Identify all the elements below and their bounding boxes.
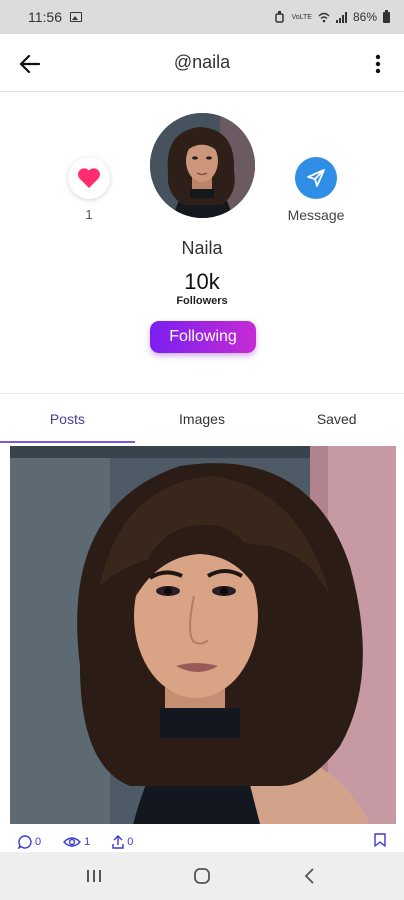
followers-label: Followers [176, 295, 228, 307]
comment-action[interactable]: 0 [18, 835, 41, 849]
post-actions-bar: 0 1 0 [0, 830, 404, 854]
tab-posts[interactable]: Posts [0, 394, 135, 443]
view-action[interactable]: 1 [63, 836, 90, 848]
like-group: 1 [68, 157, 110, 222]
like-count: 1 [85, 207, 93, 222]
share-count: 0 [127, 836, 134, 848]
avatar-portrait-image [150, 113, 255, 218]
page-title: @naila [173, 52, 231, 72]
status-bar: 11:56 VoLTE 86% [0, 0, 404, 34]
status-left: 11:56 [28, 9, 82, 25]
back-button[interactable] [14, 48, 46, 80]
comment-icon [18, 835, 32, 849]
status-time: 11:56 [28, 9, 62, 25]
message-label: Message [287, 207, 345, 223]
share-action[interactable]: 0 [112, 835, 133, 849]
profile-tabs: Posts Images Saved [0, 393, 404, 443]
profile-avatar[interactable] [150, 113, 255, 218]
system-back-button[interactable] [288, 856, 332, 896]
system-back-icon [304, 868, 314, 884]
bookmark-button[interactable] [374, 832, 386, 852]
alarm-icon [275, 11, 285, 23]
bookmark-icon [374, 832, 386, 847]
home-button[interactable] [180, 856, 224, 896]
recent-apps-button[interactable] [72, 856, 116, 896]
profile-name: Naila [181, 238, 223, 258]
tab-images[interactable]: Images [135, 394, 270, 443]
like-button[interactable] [68, 157, 110, 199]
followers-count: 10k [184, 269, 220, 294]
post-portrait-image [10, 446, 396, 824]
more-vert-icon [375, 54, 381, 74]
post-image[interactable] [10, 446, 396, 824]
network-type-label: VoLTE [291, 13, 312, 21]
back-arrow-icon [20, 55, 40, 73]
profile-section: 1 Message Naila 10k Followers Following [0, 93, 404, 393]
comment-count: 0 [35, 836, 42, 848]
wifi-icon [318, 12, 330, 22]
system-nav-bar [0, 852, 404, 900]
recent-apps-icon [87, 870, 101, 882]
status-right: VoLTE 86% [274, 9, 390, 24]
battery-percent: 86% [352, 10, 377, 24]
app-header: @naila [0, 34, 404, 92]
signal-icon [335, 11, 347, 23]
following-button[interactable]: Following [150, 321, 256, 353]
message-button[interactable] [295, 157, 337, 199]
home-icon [194, 868, 210, 884]
send-icon [307, 169, 325, 187]
gallery-notification-icon [70, 12, 82, 22]
more-options-button[interactable] [366, 48, 390, 80]
tab-saved[interactable]: Saved [269, 394, 404, 443]
eye-icon [63, 837, 82, 847]
share-icon [112, 835, 124, 849]
battery-icon [383, 9, 390, 23]
heart-icon [78, 168, 100, 188]
view-count: 1 [84, 836, 91, 848]
message-group: Message [280, 157, 352, 223]
